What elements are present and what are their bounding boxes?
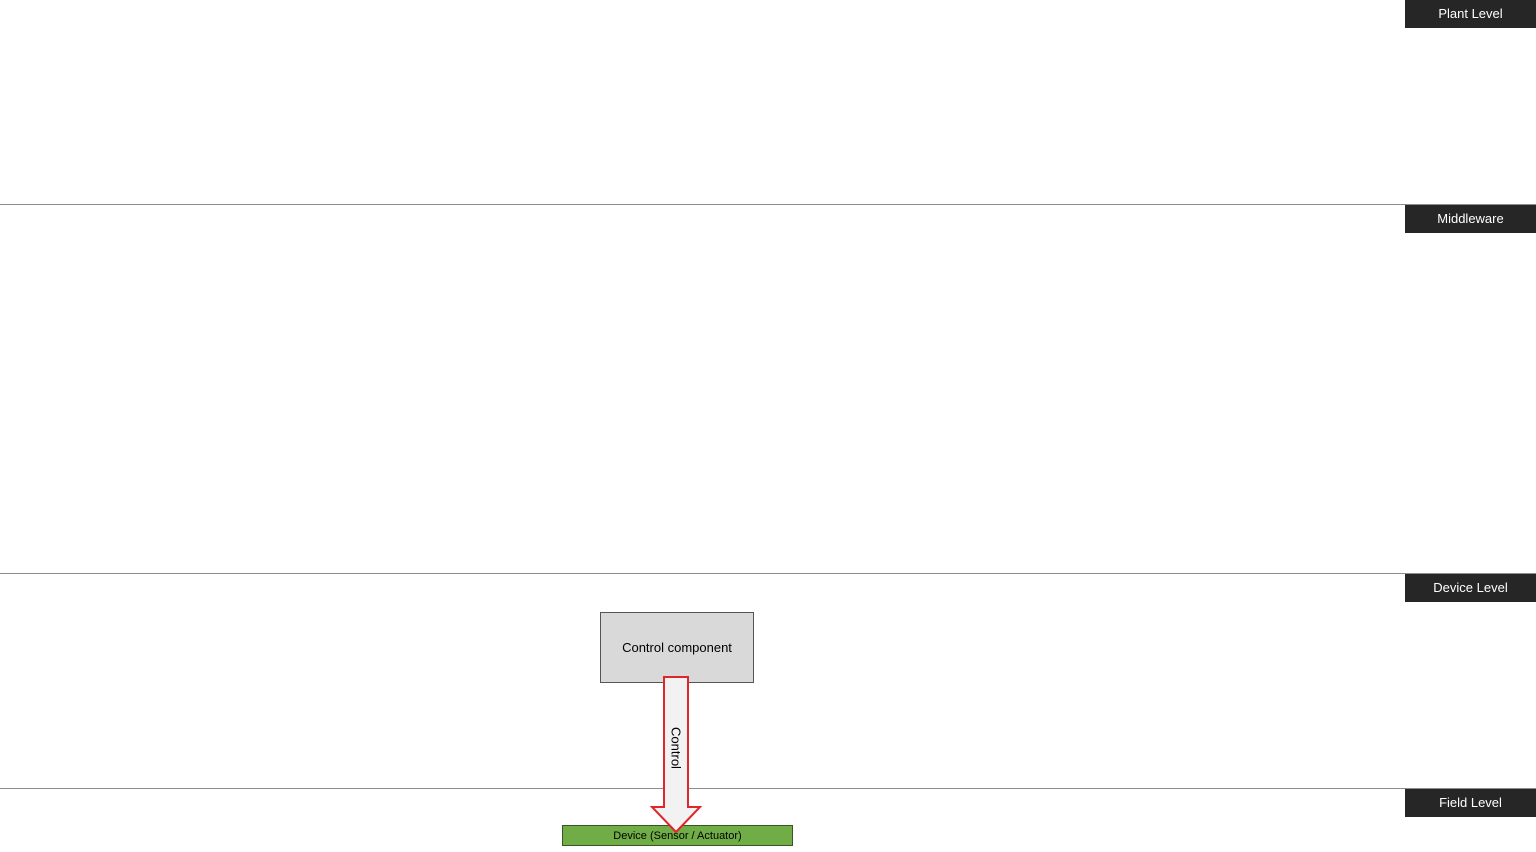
plant-level-label: Plant Level [1405,0,1536,28]
architecture-diagram: Plant Level Middleware Device Level Fiel… [0,0,1536,852]
middleware-divider [0,204,1536,205]
middleware-label: Middleware [1405,205,1536,233]
control-component-label: Control component [622,640,732,655]
device-level-label: Device Level [1405,574,1536,602]
device-level-divider [0,573,1536,574]
control-arrow-label: Control [668,727,684,769]
field-level-label: Field Level [1405,789,1536,817]
field-level-divider [0,788,1536,789]
control-component-box: Control component [600,612,754,683]
